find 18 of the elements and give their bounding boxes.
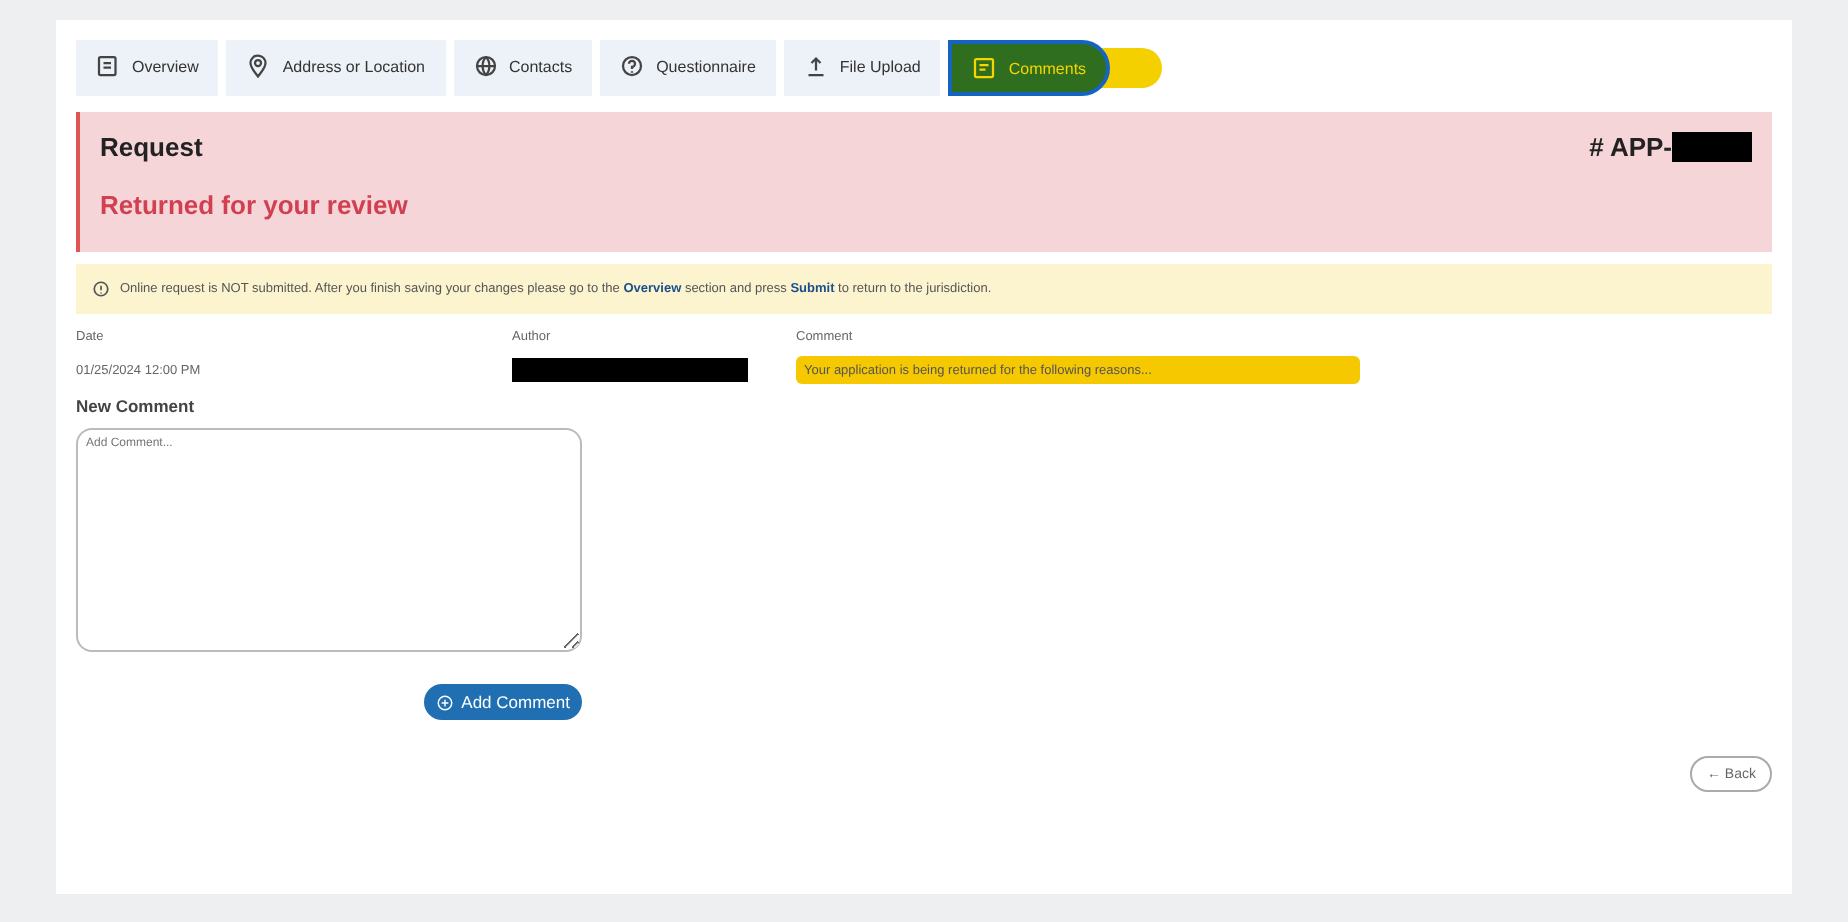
location-pin-icon [246,54,271,78]
globe-icon [473,54,497,78]
tab[interactable]: File Upload [783,40,941,96]
upload-icon [803,54,828,78]
question-icon [620,54,645,78]
application-number: # APP- [1589,132,1672,162]
tab[interactable]: Address or Location [226,40,445,96]
document-icon [96,54,120,78]
info-icon [92,280,110,298]
new-comment-label: New Comment [76,396,197,416]
comment-icon [972,56,997,80]
status-text: Returned for your review [100,190,410,220]
request-title: Request [100,132,203,162]
tab[interactable]: Overview [76,40,219,96]
tab[interactable]: Questionnaire [600,40,776,96]
tab[interactable]: Contacts [453,40,593,96]
add-comment-button[interactable]: Add Comment [423,684,582,720]
plus-circle-icon [435,693,454,711]
